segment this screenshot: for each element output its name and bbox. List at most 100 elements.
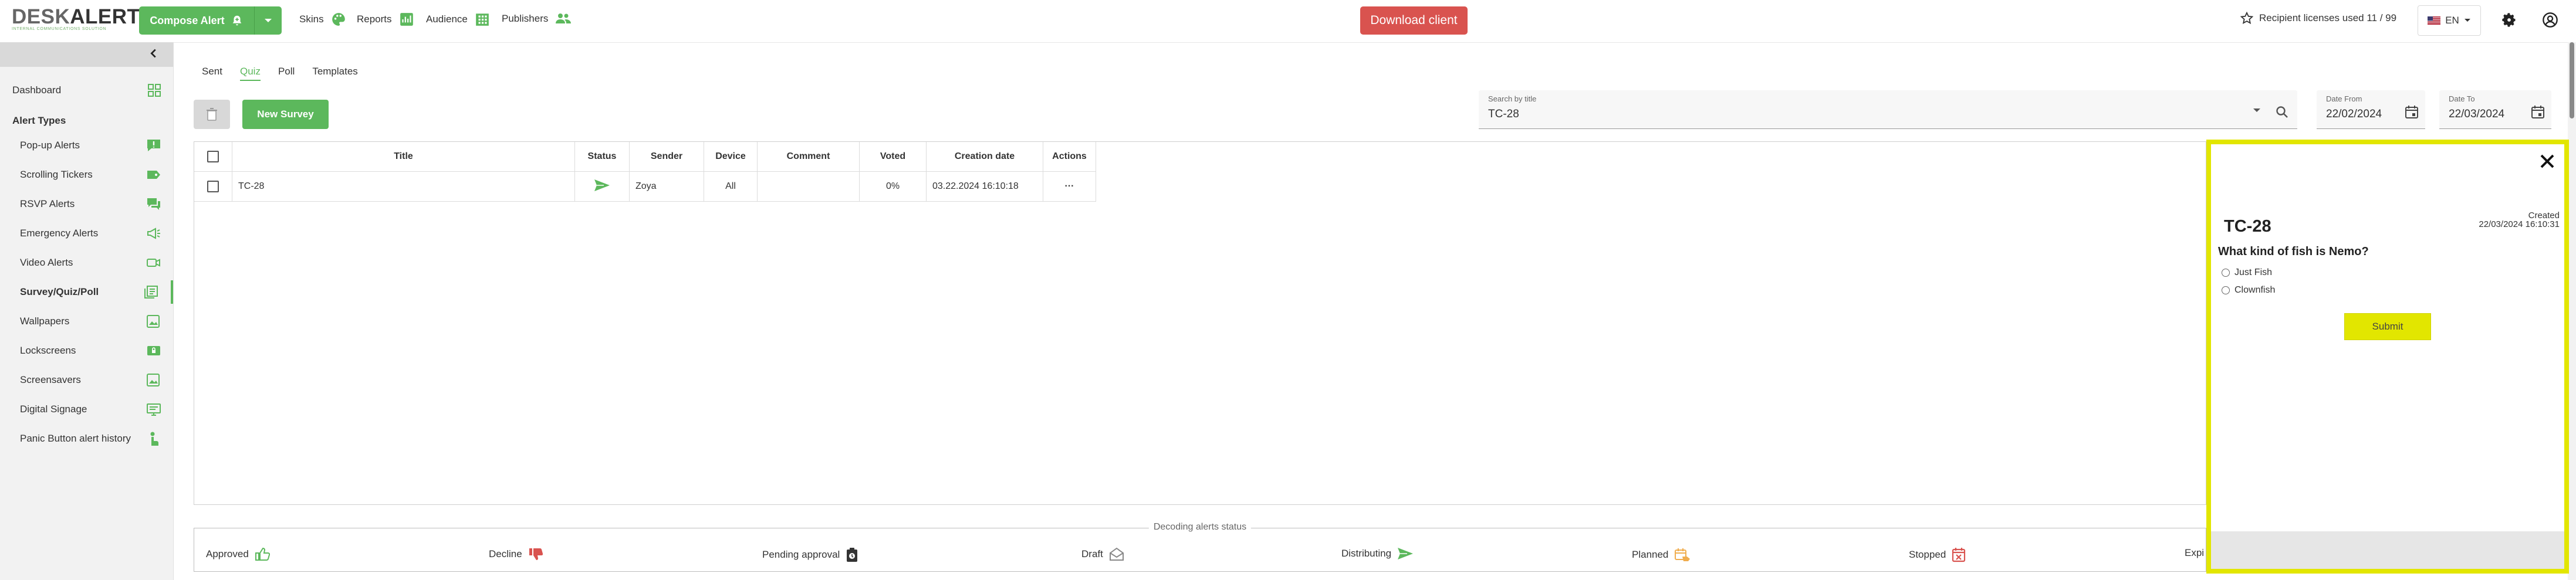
megaphone-icon bbox=[146, 226, 161, 240]
search-icon[interactable] bbox=[2275, 105, 2289, 119]
sidebar-item-dashboard[interactable]: Dashboard bbox=[0, 79, 173, 102]
nav-audience[interactable]: Audience bbox=[426, 12, 490, 27]
tab-sent[interactable]: Sent bbox=[202, 63, 222, 81]
legend-label: Distributing bbox=[1341, 548, 1392, 559]
preview-title: TC-28 bbox=[2224, 217, 2271, 236]
compose-alert-button[interactable]: Compose Alert bbox=[139, 6, 282, 35]
date-from-field[interactable]: Date From 22/02/2024 bbox=[2317, 90, 2425, 129]
legend-decline: Decline bbox=[489, 547, 543, 561]
date-to-field[interactable]: Date To 22/03/2024 bbox=[2439, 90, 2551, 129]
legend-label: Expi bbox=[2185, 547, 2205, 558]
search-input[interactable]: TC-28 bbox=[1488, 108, 1519, 121]
column-header-voted[interactable]: Voted bbox=[859, 142, 927, 172]
sidebar-item-popup-alerts[interactable]: Pop-up Alerts bbox=[0, 134, 173, 157]
popup-alert-icon bbox=[146, 138, 161, 152]
column-header-sender[interactable]: Sender bbox=[629, 142, 704, 172]
new-survey-button[interactable]: New Survey bbox=[242, 100, 329, 129]
trash-icon bbox=[207, 108, 217, 121]
distributing-icon bbox=[594, 179, 610, 192]
nav-reports[interactable]: Reports bbox=[357, 12, 414, 27]
answer-radio[interactable] bbox=[2222, 269, 2230, 277]
caret-down-icon[interactable] bbox=[2253, 108, 2261, 113]
preview-created-label: Created bbox=[2528, 211, 2560, 221]
video-icon bbox=[146, 256, 161, 270]
palette-icon bbox=[331, 12, 346, 27]
sidebar-item-scrolling-tickers[interactable]: Scrolling Tickers bbox=[0, 163, 173, 186]
nav-skins[interactable]: Skins bbox=[299, 12, 346, 27]
table-row[interactable]: TC-28 Zoya All 0% 03.22.2024 16:10:18 ··… bbox=[194, 171, 1096, 202]
nav-publishers[interactable]: Publishers bbox=[502, 12, 572, 26]
nav-skins-label: Skins bbox=[299, 13, 324, 25]
answer-option[interactable]: Clownfish bbox=[2222, 285, 2275, 296]
scrollbar-thumb[interactable] bbox=[2570, 42, 2574, 118]
legend-pending-approval: Pending approval bbox=[762, 547, 858, 562]
chart-icon bbox=[399, 12, 414, 27]
chevron-left-icon bbox=[147, 47, 160, 60]
sidebar-item-rsvp-alerts[interactable]: RSVP Alerts bbox=[0, 192, 173, 216]
star-icon bbox=[2240, 12, 2253, 25]
sidebar-item-wallpapers[interactable]: Wallpapers bbox=[0, 310, 173, 333]
tab-quiz[interactable]: Quiz bbox=[239, 63, 261, 81]
sidebar-item-screensavers[interactable]: Screensavers bbox=[0, 368, 173, 392]
legend-label: Decline bbox=[489, 548, 522, 559]
column-header-status[interactable]: Status bbox=[574, 142, 630, 172]
date-from-input[interactable]: 22/02/2024 bbox=[2326, 108, 2382, 121]
calendar-icon[interactable] bbox=[2531, 105, 2544, 119]
sidebar-item-label: Scrolling Tickers bbox=[20, 169, 93, 180]
close-icon[interactable] bbox=[2538, 152, 2556, 170]
nav-audience-label: Audience bbox=[426, 13, 468, 25]
sidebar-collapse-button[interactable] bbox=[0, 42, 173, 67]
column-header-title[interactable]: Title bbox=[232, 142, 575, 172]
sidebar-item-survey-quiz-poll[interactable]: Survey/Quiz/Poll bbox=[0, 280, 173, 304]
sidebar-item-video-alerts[interactable]: Video Alerts bbox=[0, 251, 173, 274]
tab-templates[interactable]: Templates bbox=[312, 63, 357, 81]
thumbs-up-icon bbox=[255, 547, 270, 561]
logo[interactable]: DESKALERTS INTERNAL COMMUNICATIONS SOLUT… bbox=[12, 5, 154, 32]
sidebar-item-label: Digital Signage bbox=[20, 403, 87, 415]
date-to-input[interactable]: 22/03/2024 bbox=[2449, 108, 2504, 121]
sidebar-item-lockscreens[interactable]: Lockscreens bbox=[0, 339, 173, 362]
select-all-checkbox[interactable] bbox=[207, 151, 219, 162]
screensaver-icon bbox=[146, 373, 161, 387]
logo-main: DESK bbox=[12, 5, 70, 28]
sidebar-item-digital-signage[interactable]: Digital Signage bbox=[0, 398, 173, 421]
tab-poll[interactable]: Poll bbox=[278, 63, 295, 81]
sidebar-item-emergency-alerts[interactable]: Emergency Alerts bbox=[0, 222, 173, 245]
answer-label: Just Fish bbox=[2234, 267, 2273, 277]
answer-label: Clownfish bbox=[2234, 285, 2276, 295]
delete-button[interactable] bbox=[194, 100, 230, 129]
compose-dropdown-toggle[interactable] bbox=[254, 6, 282, 35]
language-label: EN bbox=[2445, 15, 2459, 26]
row-voted: 0% bbox=[859, 171, 927, 202]
submit-button[interactable]: Submit bbox=[2344, 313, 2431, 340]
gear-icon[interactable] bbox=[2501, 12, 2517, 28]
search-label: Search by title bbox=[1488, 94, 1537, 103]
table-header-row: Title Status Sender Device Comment Voted… bbox=[194, 142, 1096, 172]
column-header-creation-date[interactable]: Creation date bbox=[926, 142, 1043, 172]
recipient-licenses[interactable]: Recipient licenses used 11 / 99 bbox=[2240, 12, 2396, 25]
answer-radio[interactable] bbox=[2222, 286, 2230, 294]
bell-plus-icon bbox=[231, 14, 244, 27]
column-header-device[interactable]: Device bbox=[704, 142, 758, 172]
user-account-icon[interactable] bbox=[2542, 12, 2558, 28]
language-selector[interactable]: EN bbox=[2418, 5, 2481, 36]
row-select-cell bbox=[194, 171, 232, 202]
sidebar-item-panic-button-history[interactable]: Panic Button alert history bbox=[0, 427, 173, 450]
column-header-comment[interactable]: Comment bbox=[757, 142, 860, 172]
row-checkbox[interactable] bbox=[207, 181, 219, 192]
legend-label: Draft bbox=[1081, 548, 1103, 559]
legend-title: Decoding alerts status bbox=[1148, 522, 1252, 532]
download-client-button[interactable]: Download client bbox=[1360, 6, 1468, 35]
select-all-cell bbox=[194, 142, 232, 172]
row-sender: Zoya bbox=[629, 171, 704, 202]
page-scrollbar[interactable] bbox=[2568, 42, 2576, 580]
search-field[interactable]: Search by title TC-28 bbox=[1479, 90, 2297, 129]
row-actions-menu[interactable]: ··· bbox=[1043, 171, 1096, 202]
us-flag-icon bbox=[2428, 16, 2441, 25]
sidebar-item-label: Panic Button alert history bbox=[20, 433, 131, 444]
survey-icon bbox=[144, 285, 159, 299]
calendar-icon[interactable] bbox=[2405, 105, 2418, 119]
row-title[interactable]: TC-28 bbox=[232, 171, 575, 202]
legend-distributing: Distributing bbox=[1341, 547, 1414, 560]
answer-option[interactable]: Just Fish bbox=[2222, 267, 2272, 278]
